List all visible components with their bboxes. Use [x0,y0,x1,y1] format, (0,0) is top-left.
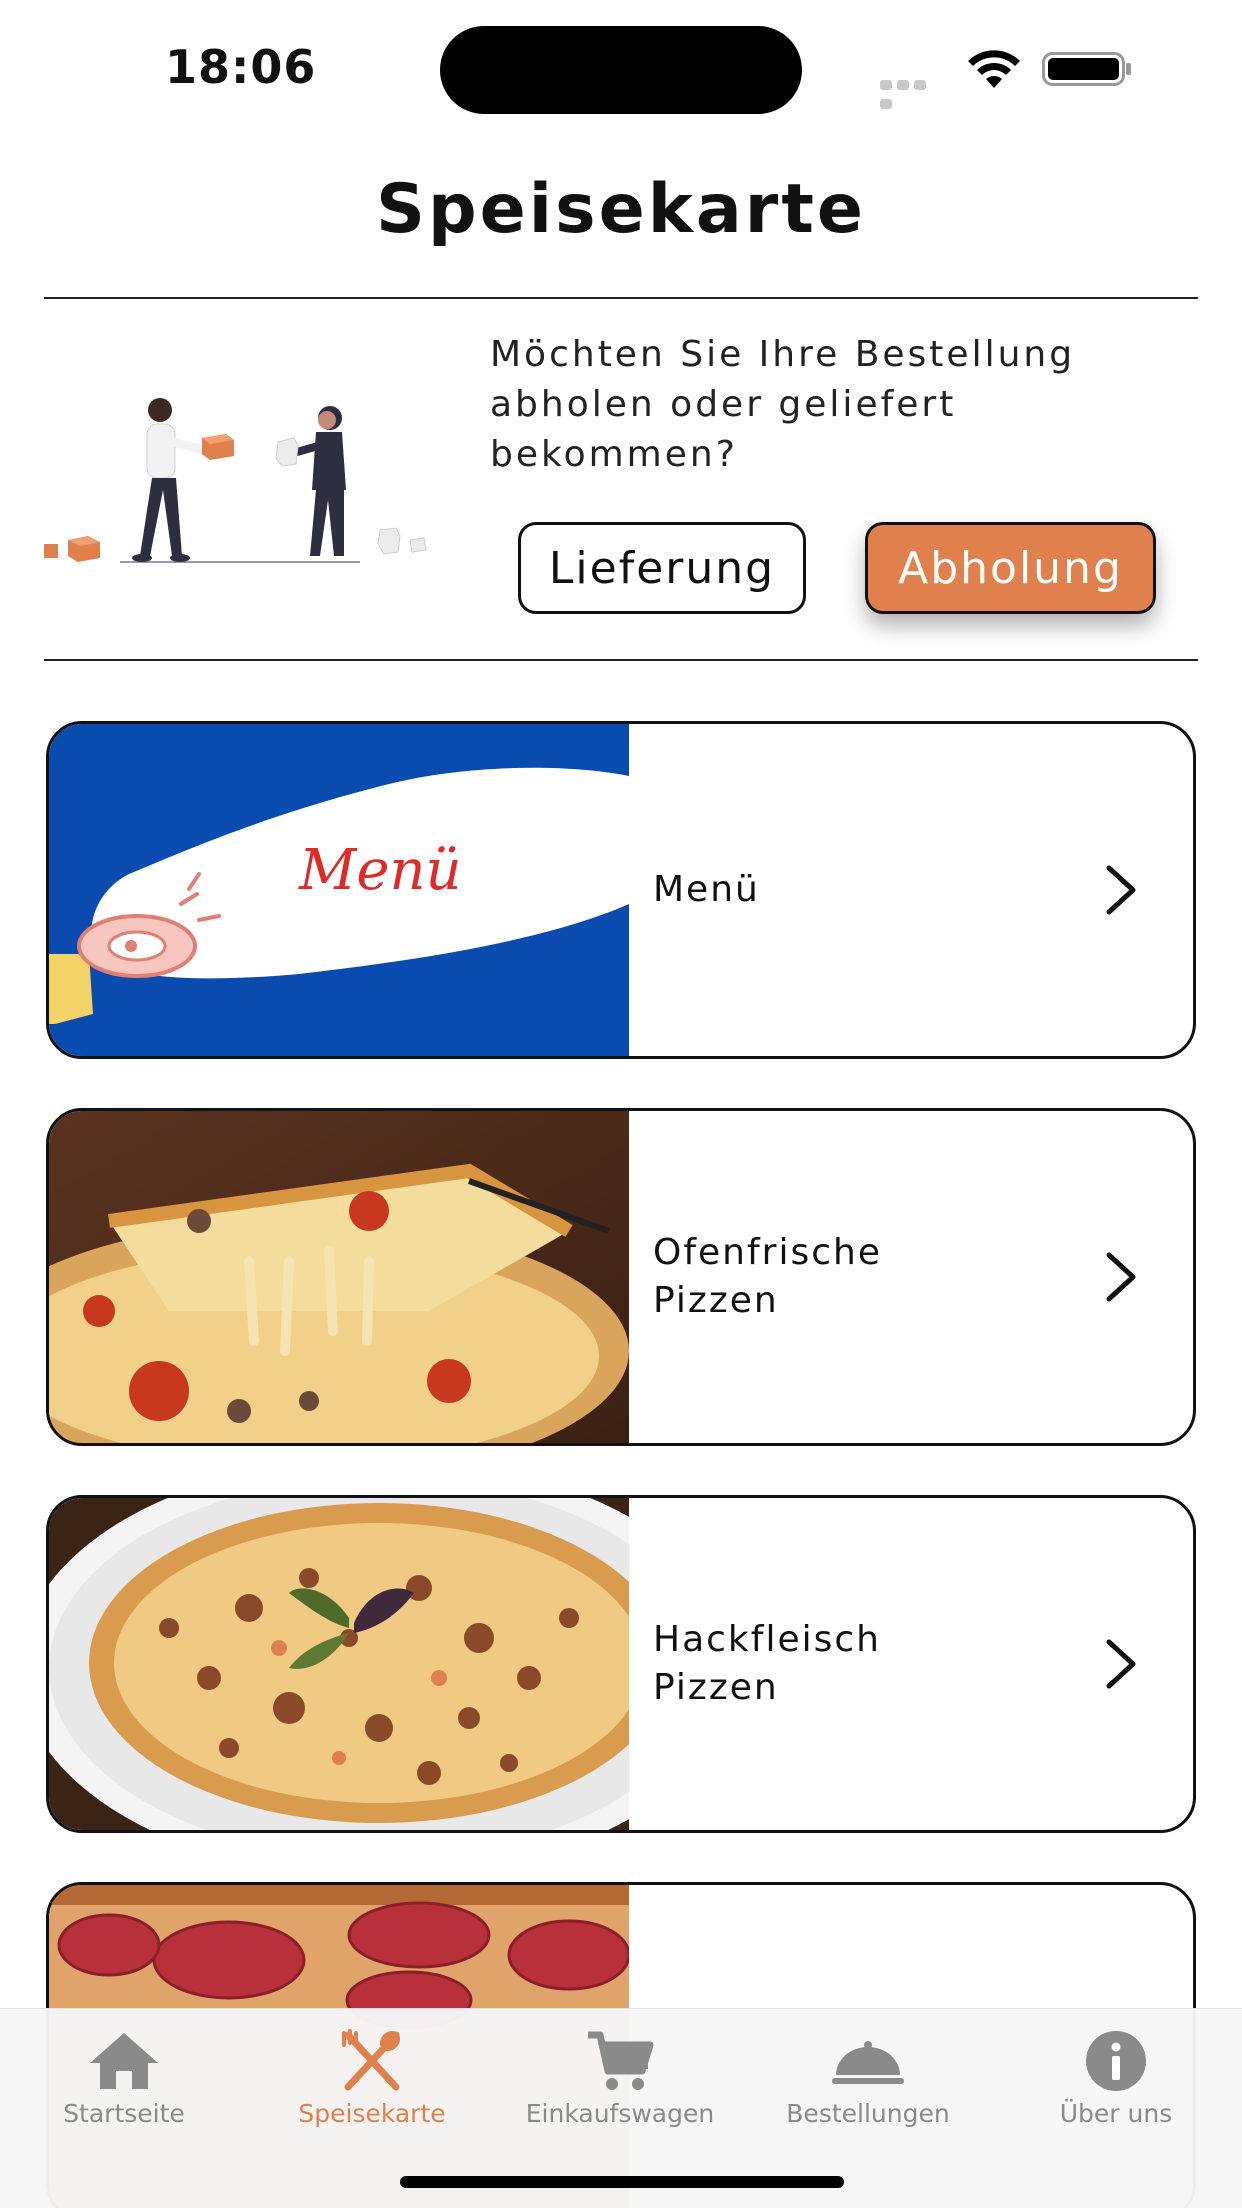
chevron-right-icon [1106,865,1136,915]
tab-startseite[interactable]: Startseite [0,2021,248,2151]
delivery-question: Möchten Sie Ihre Bestellung abholen oder… [490,334,1076,475]
tab-einkaufswagen[interactable]: Einkaufswagen [496,2021,744,2151]
tab-label: Speisekarte [298,2099,446,2128]
battery-icon [1042,52,1131,86]
home-icon [90,2033,158,2089]
category-label: Ofenfrische Pizzen [653,1232,882,1321]
pickup-button[interactable]: Abholung [865,522,1156,614]
tab-label: Einkaufswagen [525,2099,715,2128]
cart-icon [588,2031,654,2090]
fork-spoon-icon [342,2029,401,2091]
tab-ueber-uns[interactable]: Über uns [992,2021,1240,2151]
home-indicator[interactable] [400,2176,844,2188]
tab-label: Startseite [63,2099,185,2128]
menu-banner-image: Menü [49,724,629,1056]
chevron-right-icon [1106,1639,1136,1689]
info-icon [1086,2031,1146,2091]
category-label: Menü [653,869,760,910]
tab-label: Über uns [1059,2099,1173,2128]
status-time: 18:06 [165,40,317,94]
tab-speisekarte[interactable]: Speisekarte [248,2021,496,2151]
header-divider [44,297,1198,299]
cellular-signal-icon [880,75,946,109]
delivery-button[interactable]: Lieferung [518,522,806,614]
banner-text: Menü [298,838,462,903]
wifi-icon [968,50,1020,88]
tab-label: Bestellungen [786,2099,950,2128]
category-label: Hackfleisch Pizzen [653,1619,881,1708]
category-card-hackfleisch-pizzen[interactable]: Hackfleisch Pizzen [46,1495,1196,1833]
category-card-ofenfrische-pizzen[interactable]: Ofenfrische Pizzen [46,1108,1196,1446]
delivery-illustration [44,398,427,563]
dynamic-island [440,26,802,114]
chevron-right-icon [1106,1252,1136,1302]
category-card-menu[interactable]: Menü Menü [46,721,1196,1059]
page-title: Speisekarte [376,170,866,249]
minced-meat-pizza-image [49,1498,629,1830]
cheese-pizza-image [49,1111,629,1443]
cloche-icon [832,2041,904,2084]
section-divider [44,659,1198,661]
status-bar: 18:06 [0,0,1242,130]
tab-bestellungen[interactable]: Bestellungen [744,2021,992,2151]
